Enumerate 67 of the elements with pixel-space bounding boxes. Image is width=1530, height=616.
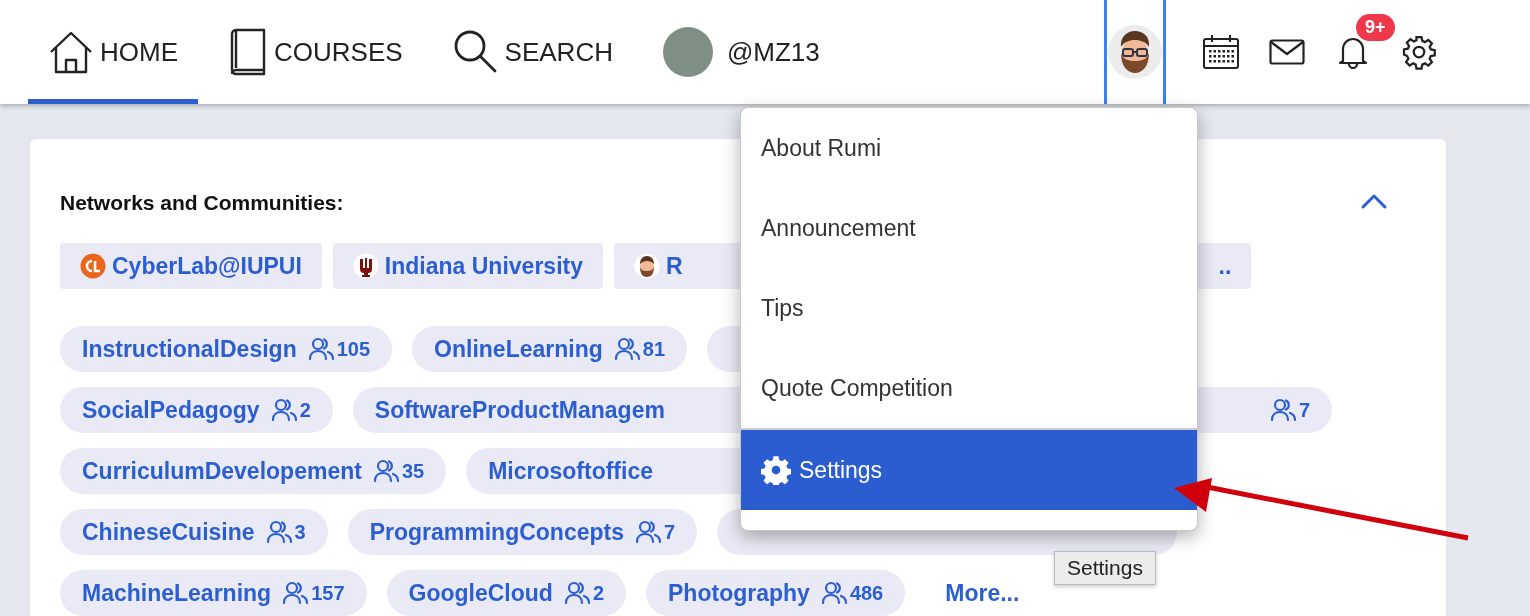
tooltip: Settings (1054, 551, 1156, 585)
community-name: GoogleCloud (408, 579, 553, 607)
member-count: 105 (336, 337, 371, 361)
community-name: Microsoftoffice (488, 457, 653, 485)
more-link[interactable]: More... (945, 579, 1020, 607)
bell-icon (1337, 35, 1369, 69)
community-name: OnlineLearning (434, 335, 603, 363)
settings-icon (761, 455, 791, 485)
member-count: 7 (664, 520, 676, 544)
bearded-man-avatar-icon (1108, 25, 1162, 79)
people-icon (271, 398, 298, 422)
nav-tab[interactable]: COURSES (208, 0, 423, 104)
community-chip[interactable]: MachineLearning 157 (60, 570, 367, 616)
section-title: Networks and Communities: (60, 191, 344, 215)
community-name: ChineseCuisine (82, 518, 255, 546)
trident-logo-icon (352, 253, 379, 279)
people-icon (821, 581, 848, 605)
people-icon (564, 581, 591, 605)
community-name: ProgrammingConcepts (369, 518, 624, 546)
people-icon (283, 581, 310, 605)
community-chip[interactable]: OnlineLearning 81 (412, 326, 687, 372)
member-count: 7 (1298, 398, 1311, 422)
menu-item[interactable]: Settings (741, 430, 1197, 510)
member-count: 2 (299, 398, 311, 422)
people-icon (614, 337, 641, 361)
network-chip[interactable]: CyberLab@IUPUI (60, 243, 322, 289)
people-icon (636, 520, 662, 544)
avatar-photo-placeholder (662, 27, 713, 77)
member-count: 157 (311, 581, 345, 605)
people-icon (266, 520, 293, 544)
community-name: InstructionalDesign (82, 335, 297, 363)
book-icon (228, 28, 268, 76)
community-chip[interactable]: CurriculumDevelopement 35 (60, 448, 447, 494)
community-name: CurriculumDevelopement (82, 457, 362, 485)
member-count: 2 (592, 581, 605, 605)
menu-item[interactable]: About Rumi (741, 108, 1197, 188)
nav-tab[interactable]: @MZ13 (642, 0, 840, 104)
community-chip[interactable]: SocialPedagogy 2 (60, 387, 333, 433)
people-icon (308, 337, 335, 361)
network-chip[interactable]: Indiana University (332, 243, 603, 289)
chevron-up-icon (1360, 192, 1388, 210)
settings-icon (1401, 34, 1437, 70)
community-name: Photography (668, 579, 810, 607)
member-count: 35 (401, 459, 425, 483)
community-name: SocialPedagogy (82, 396, 260, 424)
search-icon (452, 29, 499, 75)
member-count: 3 (294, 520, 306, 544)
community-chip[interactable]: ChineseCuisine 3 (60, 509, 328, 555)
house-icon (48, 29, 94, 75)
envelope-icon (1269, 39, 1305, 65)
people-icon (373, 459, 400, 483)
nav-tab[interactable]: HOME (28, 0, 198, 104)
calendar-icon (1202, 34, 1240, 70)
notification-count-badge: 9+ (1356, 14, 1395, 41)
community-chip[interactable]: ProgrammingConcepts 7 (347, 509, 698, 555)
community-chip[interactable]: Photography 486 (646, 570, 906, 616)
member-count: 486 (849, 581, 884, 605)
community-chip[interactable]: InstructionalDesign 105 (60, 326, 393, 372)
community-name: SoftwareProductManagem (374, 396, 665, 424)
community-name: MachineLearning (82, 579, 272, 607)
people-icon (1270, 398, 1297, 422)
bearded-man-avatar-icon (634, 253, 660, 279)
nav-tab[interactable]: SEARCH (432, 0, 633, 104)
cl-logo-icon (80, 253, 106, 279)
account-avatar-button[interactable] (1104, 0, 1166, 104)
member-count: 81 (642, 337, 665, 361)
community-chip[interactable]: GoogleCloud 2 (386, 570, 627, 616)
